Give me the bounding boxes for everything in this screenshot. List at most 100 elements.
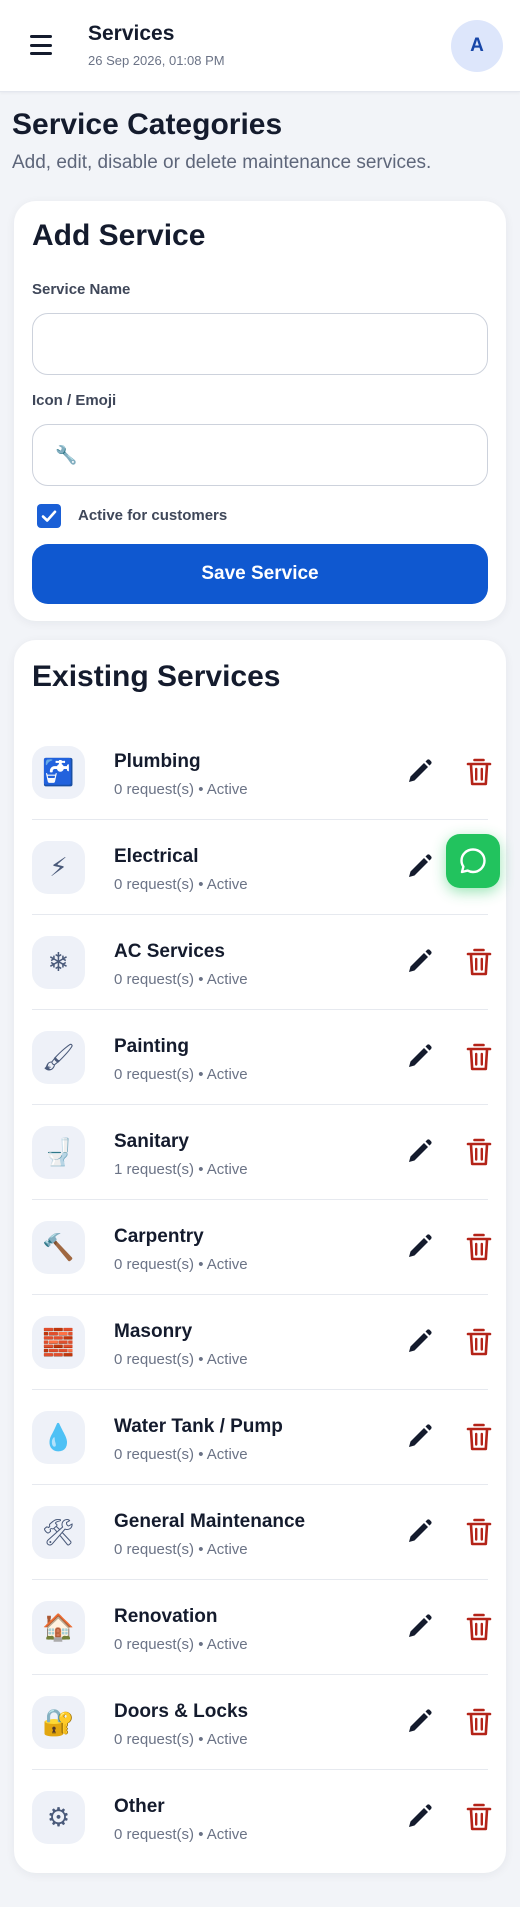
top-bar: Services 26 Sep 2026, 01:08 PM A	[0, 0, 520, 92]
service-row: 💧 Water Tank / Pump 0 request(s) • Activ…	[32, 1390, 492, 1485]
edit-button[interactable]	[404, 1707, 434, 1737]
active-checkbox[interactable]	[37, 504, 61, 528]
avatar[interactable]: A	[451, 20, 503, 72]
delete-button[interactable]	[465, 1612, 493, 1642]
trash-icon	[466, 1803, 492, 1831]
service-meta: 0 request(s) • Active	[114, 1351, 248, 1368]
service-name: Sanitary	[114, 1131, 189, 1152]
whatsapp-icon	[460, 848, 486, 874]
edit-button[interactable]	[404, 1327, 434, 1357]
pencil-icon	[409, 1234, 432, 1257]
service-name: AC Services	[114, 941, 225, 962]
trash-icon	[466, 1708, 492, 1736]
delete-button[interactable]	[465, 1802, 493, 1832]
delete-button[interactable]	[465, 1517, 493, 1547]
pencil-icon	[409, 1709, 432, 1732]
add-service-card: Add Service Service Name Icon / Emoji Ac…	[14, 201, 506, 621]
page-title: Service Categories	[12, 108, 283, 141]
icon-emoji-label: Icon / Emoji	[32, 392, 117, 409]
service-name: Carpentry	[114, 1226, 204, 1247]
service-row: 🔐 Doors & Locks 0 request(s) • Active	[32, 1675, 492, 1770]
pencil-icon	[409, 1519, 432, 1542]
service-row: ⚙ Other 0 request(s) • Active	[32, 1770, 492, 1865]
trash-icon	[466, 1233, 492, 1261]
pencil-icon	[409, 1044, 432, 1067]
service-row: 🚽 Sanitary 1 request(s) • Active	[32, 1105, 492, 1200]
pencil-icon	[409, 1614, 432, 1637]
delete-button[interactable]	[465, 947, 493, 977]
page-description: Add, edit, disable or delete maintenance…	[12, 152, 432, 173]
service-icon: 🧱	[32, 1316, 85, 1369]
delete-button[interactable]	[465, 757, 493, 787]
add-service-title: Add Service	[32, 219, 206, 252]
service-name: Plumbing	[114, 751, 201, 772]
pencil-icon	[409, 1424, 432, 1447]
icon-emoji-input[interactable]	[32, 424, 488, 486]
service-meta: 0 request(s) • Active	[114, 971, 248, 988]
service-name: Painting	[114, 1036, 189, 1057]
service-meta: 0 request(s) • Active	[114, 1731, 248, 1748]
service-icon: 🔐	[32, 1696, 85, 1749]
edit-button[interactable]	[404, 1422, 434, 1452]
service-icon: ❄	[32, 936, 85, 989]
service-name: Masonry	[114, 1321, 193, 1342]
service-meta: 0 request(s) • Active	[114, 1446, 248, 1463]
service-meta: 0 request(s) • Active	[114, 781, 248, 798]
pencil-icon	[409, 949, 432, 972]
pencil-icon	[409, 759, 432, 782]
pencil-icon	[409, 1804, 432, 1827]
delete-button[interactable]	[465, 1327, 493, 1357]
trash-icon	[466, 1423, 492, 1451]
service-list: 🚰 Plumbing 0 request(s) • Active ⚡ Elect…	[32, 725, 492, 1865]
service-icon: 🛠	[32, 1506, 85, 1559]
service-name: Water Tank / Pump	[114, 1416, 283, 1437]
service-icon: ⚡	[32, 841, 85, 894]
delete-button[interactable]	[465, 1707, 493, 1737]
service-name-label: Service Name	[32, 281, 131, 298]
edit-button[interactable]	[404, 1232, 434, 1262]
service-row: 🔨 Carpentry 0 request(s) • Active	[32, 1200, 492, 1295]
edit-button[interactable]	[404, 1517, 434, 1547]
service-row: 🏠 Renovation 0 request(s) • Active	[32, 1580, 492, 1675]
edit-button[interactable]	[404, 852, 434, 882]
edit-button[interactable]	[404, 947, 434, 977]
header-datetime: 26 Sep 2026, 01:08 PM	[88, 53, 225, 68]
edit-button[interactable]	[404, 757, 434, 787]
service-icon: 🚽	[32, 1126, 85, 1179]
whatsapp-button[interactable]	[446, 834, 500, 888]
edit-button[interactable]	[404, 1802, 434, 1832]
service-icon: ⚙	[32, 1791, 85, 1844]
edit-button[interactable]	[404, 1042, 434, 1072]
service-row: 🛠 General Maintenance 0 request(s) • Act…	[32, 1485, 492, 1580]
delete-button[interactable]	[465, 1042, 493, 1072]
service-name: Doors & Locks	[114, 1701, 249, 1722]
service-name: Electrical	[114, 846, 199, 867]
service-meta: 0 request(s) • Active	[114, 1256, 248, 1273]
delete-button[interactable]	[465, 1232, 493, 1262]
delete-button[interactable]	[465, 1422, 493, 1452]
service-icon: 🖌	[32, 1031, 85, 1084]
trash-icon	[466, 1518, 492, 1546]
service-meta: 0 request(s) • Active	[114, 1826, 248, 1843]
trash-icon	[466, 1043, 492, 1071]
service-name-input[interactable]	[32, 313, 488, 375]
service-icon: 🏠	[32, 1601, 85, 1654]
trash-icon	[466, 948, 492, 976]
trash-icon	[466, 1138, 492, 1166]
edit-button[interactable]	[404, 1137, 434, 1167]
service-row: 🧱 Masonry 0 request(s) • Active	[32, 1295, 492, 1390]
check-icon	[41, 510, 57, 522]
trash-icon	[466, 1613, 492, 1641]
service-icon: 💧	[32, 1411, 85, 1464]
existing-services-title: Existing Services	[32, 660, 281, 693]
edit-button[interactable]	[404, 1612, 434, 1642]
save-service-button[interactable]: Save Service	[32, 544, 488, 604]
trash-icon	[466, 1328, 492, 1356]
menu-icon[interactable]	[28, 32, 56, 58]
service-meta: 1 request(s) • Active	[114, 1161, 248, 1178]
service-meta: 0 request(s) • Active	[114, 1636, 248, 1653]
delete-button[interactable]	[465, 1137, 493, 1167]
pencil-icon	[409, 1329, 432, 1352]
trash-icon	[466, 758, 492, 786]
service-icon: 🔨	[32, 1221, 85, 1274]
